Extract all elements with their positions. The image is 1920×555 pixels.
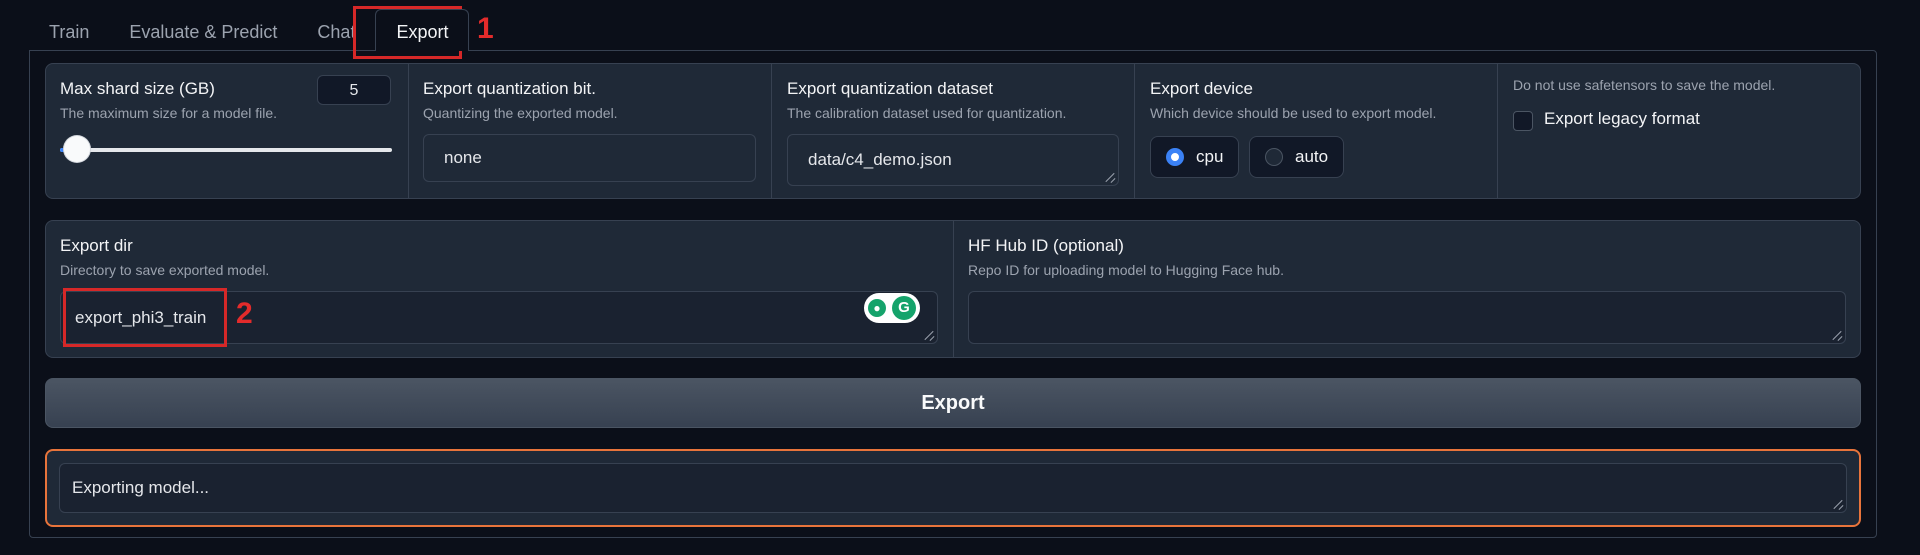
annotation-number-1: 1: [477, 12, 494, 45]
device-label: Export device: [1150, 79, 1253, 98]
export-dir-desc: Directory to save exported model.: [60, 262, 270, 278]
grammarly-g-icon[interactable]: G: [892, 296, 916, 320]
quant-bit-desc: Quantizing the exported model.: [423, 105, 618, 121]
tab-evaluate-predict[interactable]: Evaluate & Predict: [109, 10, 297, 50]
quant-dataset-desc: The calibration dataset used for quantiz…: [787, 105, 1067, 121]
annotation-box-export-dir: [63, 288, 227, 347]
export-button[interactable]: Export: [45, 378, 1861, 428]
shard-size-desc: The maximum size for a model file.: [60, 105, 278, 121]
quant-dataset-value: data/c4_demo.json: [808, 150, 952, 169]
quant-dataset-input[interactable]: data/c4_demo.json: [787, 134, 1119, 186]
legacy-desc: Do not use safetensors to save the model…: [1513, 77, 1776, 93]
quant-bit-value: none: [444, 148, 482, 167]
resize-handle-icon[interactable]: [1833, 499, 1843, 509]
quant-bit-dropdown[interactable]: none: [423, 134, 756, 182]
device-desc: Which device should be used to export mo…: [1150, 105, 1437, 121]
tab-bar: Train Evaluate & Predict Chat Export: [29, 9, 470, 51]
shard-size-label: Max shard size (GB): [60, 79, 215, 98]
resize-handle-icon[interactable]: [1832, 330, 1842, 340]
status-text: Exporting model...: [72, 478, 210, 497]
radio-selected-icon: [1166, 148, 1184, 166]
status-output: Exporting model...: [45, 449, 1861, 527]
device-option-cpu[interactable]: cpu: [1150, 136, 1239, 178]
hub-id-input[interactable]: [968, 291, 1846, 344]
quant-dataset-label: Export quantization dataset: [787, 79, 994, 98]
shard-size-slider-handle[interactable]: [63, 136, 90, 162]
legacy-label[interactable]: Export legacy format: [1544, 109, 1700, 129]
hub-id-label: HF Hub ID (optional): [968, 236, 1124, 255]
tab-train[interactable]: Train: [29, 10, 109, 50]
hub-id-desc: Repo ID for uploading model to Hugging F…: [968, 262, 1284, 278]
radio-unselected-icon: [1265, 148, 1283, 166]
annotation-number-2: 2: [236, 297, 253, 330]
export-dir-label: Export dir: [60, 236, 133, 255]
resize-handle-icon[interactable]: [1105, 172, 1115, 182]
grammarly-widget[interactable]: ● G: [864, 293, 920, 323]
lightbulb-icon[interactable]: ●: [868, 299, 886, 317]
quant-bit-label: Export quantization bit.: [423, 79, 596, 98]
tab-export[interactable]: Export: [375, 9, 470, 51]
resize-handle-icon[interactable]: [924, 330, 934, 340]
status-textarea[interactable]: Exporting model...: [59, 463, 1847, 513]
device-option-auto-label: auto: [1295, 147, 1329, 166]
shard-size-slider[interactable]: [60, 136, 392, 162]
device-option-auto[interactable]: auto: [1249, 136, 1344, 178]
legacy-checkbox[interactable]: [1513, 111, 1533, 131]
shard-size-number-input[interactable]: 5: [317, 75, 391, 105]
device-option-cpu-label: cpu: [1196, 147, 1224, 166]
